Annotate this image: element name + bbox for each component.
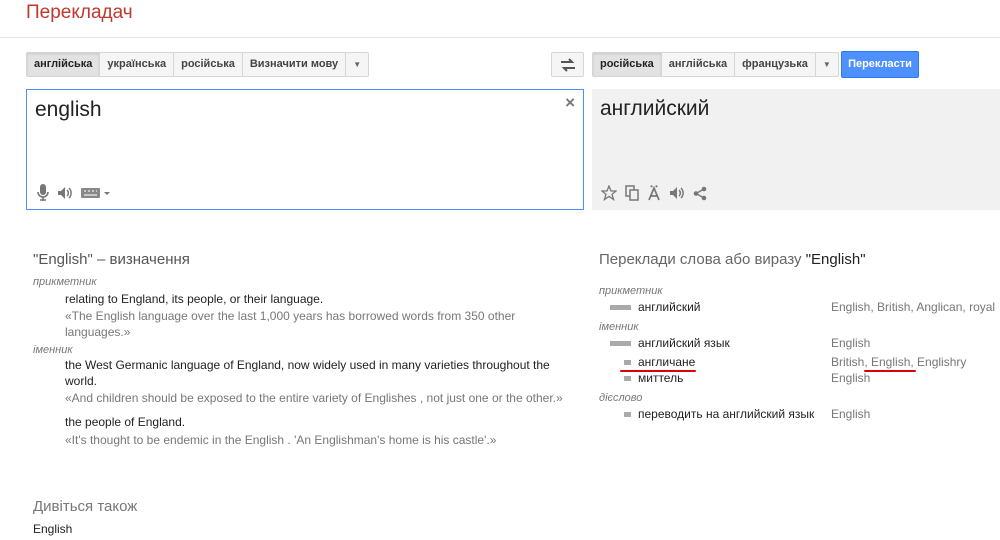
swap-languages-button[interactable] [551, 52, 584, 77]
definition-gloss: relating to England, its people, or thei… [65, 292, 324, 306]
translation-synonyms: English, British, Anglican, royal [831, 300, 996, 314]
translation-word[interactable]: английский [638, 300, 700, 314]
translation-row[interactable]: английский English, British, Anglican, r… [599, 298, 1000, 317]
frequency-bar [610, 305, 631, 310]
source-lang-russian[interactable]: російська [174, 53, 243, 76]
speaker-icon[interactable] [57, 186, 73, 200]
chevron-down-icon: ▼ [353, 60, 362, 69]
swap-icon [560, 57, 575, 72]
definitions-heading: "English" – визначення [33, 251, 190, 268]
see-also-link[interactable]: English [33, 522, 72, 536]
translation-tools [601, 185, 707, 201]
translation-text[interactable]: английский [600, 97, 709, 121]
source-lang-detect[interactable]: Визначити мову [243, 53, 347, 76]
clear-icon[interactable]: × [565, 93, 575, 113]
definition-gloss: the West Germanic language of England, n… [65, 358, 550, 388]
see-also-heading: Дивіться також [33, 498, 138, 515]
translation-row[interactable]: миттель English [599, 369, 1000, 388]
target-lang-dropdown[interactable]: ▼ [816, 53, 838, 76]
translate-button[interactable]: Перекласти [841, 51, 919, 78]
translations-list: прикметник английский English, British, … [599, 284, 1000, 424]
definitions-list: прикметник relating to England, its peop… [33, 276, 563, 448]
translation-synonyms: English [831, 371, 871, 385]
target-lang-english[interactable]: англійська [662, 53, 736, 76]
source-lang-english[interactable]: англійська [27, 53, 101, 76]
target-lang-russian[interactable]: російська [593, 53, 662, 76]
source-lang-dropdown[interactable]: ▼ [346, 53, 368, 76]
chevron-down-icon: ▼ [822, 60, 831, 69]
definition-gloss: the people of England. [65, 415, 186, 429]
translations-heading: Переклади слова або виразу "English" [599, 251, 866, 268]
copy-icon[interactable] [625, 185, 639, 201]
translations-heading-prefix: Переклади слова або виразу [599, 251, 806, 268]
app-logo[interactable]: Перекладач [26, 2, 133, 24]
share-icon[interactable] [693, 186, 707, 201]
part-of-speech: іменник [33, 344, 73, 356]
translation-synonyms: English [831, 407, 871, 421]
source-language-bar: англійська українська російська Визначит… [26, 52, 370, 77]
translation-row[interactable]: английский язык English [599, 334, 1000, 353]
definition-example: «It's thought to be endemic in the Engli… [65, 433, 497, 447]
translation-synonyms: English [831, 336, 871, 350]
target-language-bar: російська англійська французька ▼ [592, 52, 839, 77]
target-lang-french[interactable]: французька [735, 53, 816, 76]
source-text[interactable]: english [35, 98, 102, 122]
part-of-speech: іменник [599, 321, 639, 333]
translation-word[interactable]: английский язык [638, 336, 730, 350]
part-of-speech: прикметник [599, 285, 663, 297]
star-icon[interactable] [601, 185, 617, 201]
source-lang-ukrainian[interactable]: українська [100, 53, 175, 76]
definition-example: «And children should be exposed to the e… [65, 391, 563, 405]
part-of-speech: прикметник [33, 276, 97, 288]
header-divider [0, 37, 1000, 38]
translation-word[interactable]: миттель [638, 371, 683, 385]
definition-example: «The English language over the last 1,00… [65, 309, 516, 339]
speaker-icon[interactable] [669, 186, 685, 200]
translation-panel: английский [592, 89, 1000, 210]
phonetic-icon[interactable] [647, 185, 661, 201]
source-tools [37, 184, 111, 201]
translations-heading-term: "English" [805, 251, 866, 268]
keyboard-icon[interactable] [81, 187, 111, 199]
translation-word[interactable]: переводить на английский язык [638, 407, 814, 421]
frequency-bar [624, 412, 631, 417]
translation-word[interactable]: англичане [638, 355, 695, 369]
frequency-bar [610, 341, 631, 346]
frequency-bar [624, 376, 631, 381]
translation-row[interactable]: переводить на английский язык English [599, 405, 1000, 424]
frequency-bar [624, 360, 631, 365]
part-of-speech: дієслово [599, 392, 643, 404]
source-text-area[interactable]: english × [26, 89, 584, 210]
microphone-icon[interactable] [37, 184, 49, 201]
translation-synonyms: British, English, Englishry [831, 355, 967, 369]
